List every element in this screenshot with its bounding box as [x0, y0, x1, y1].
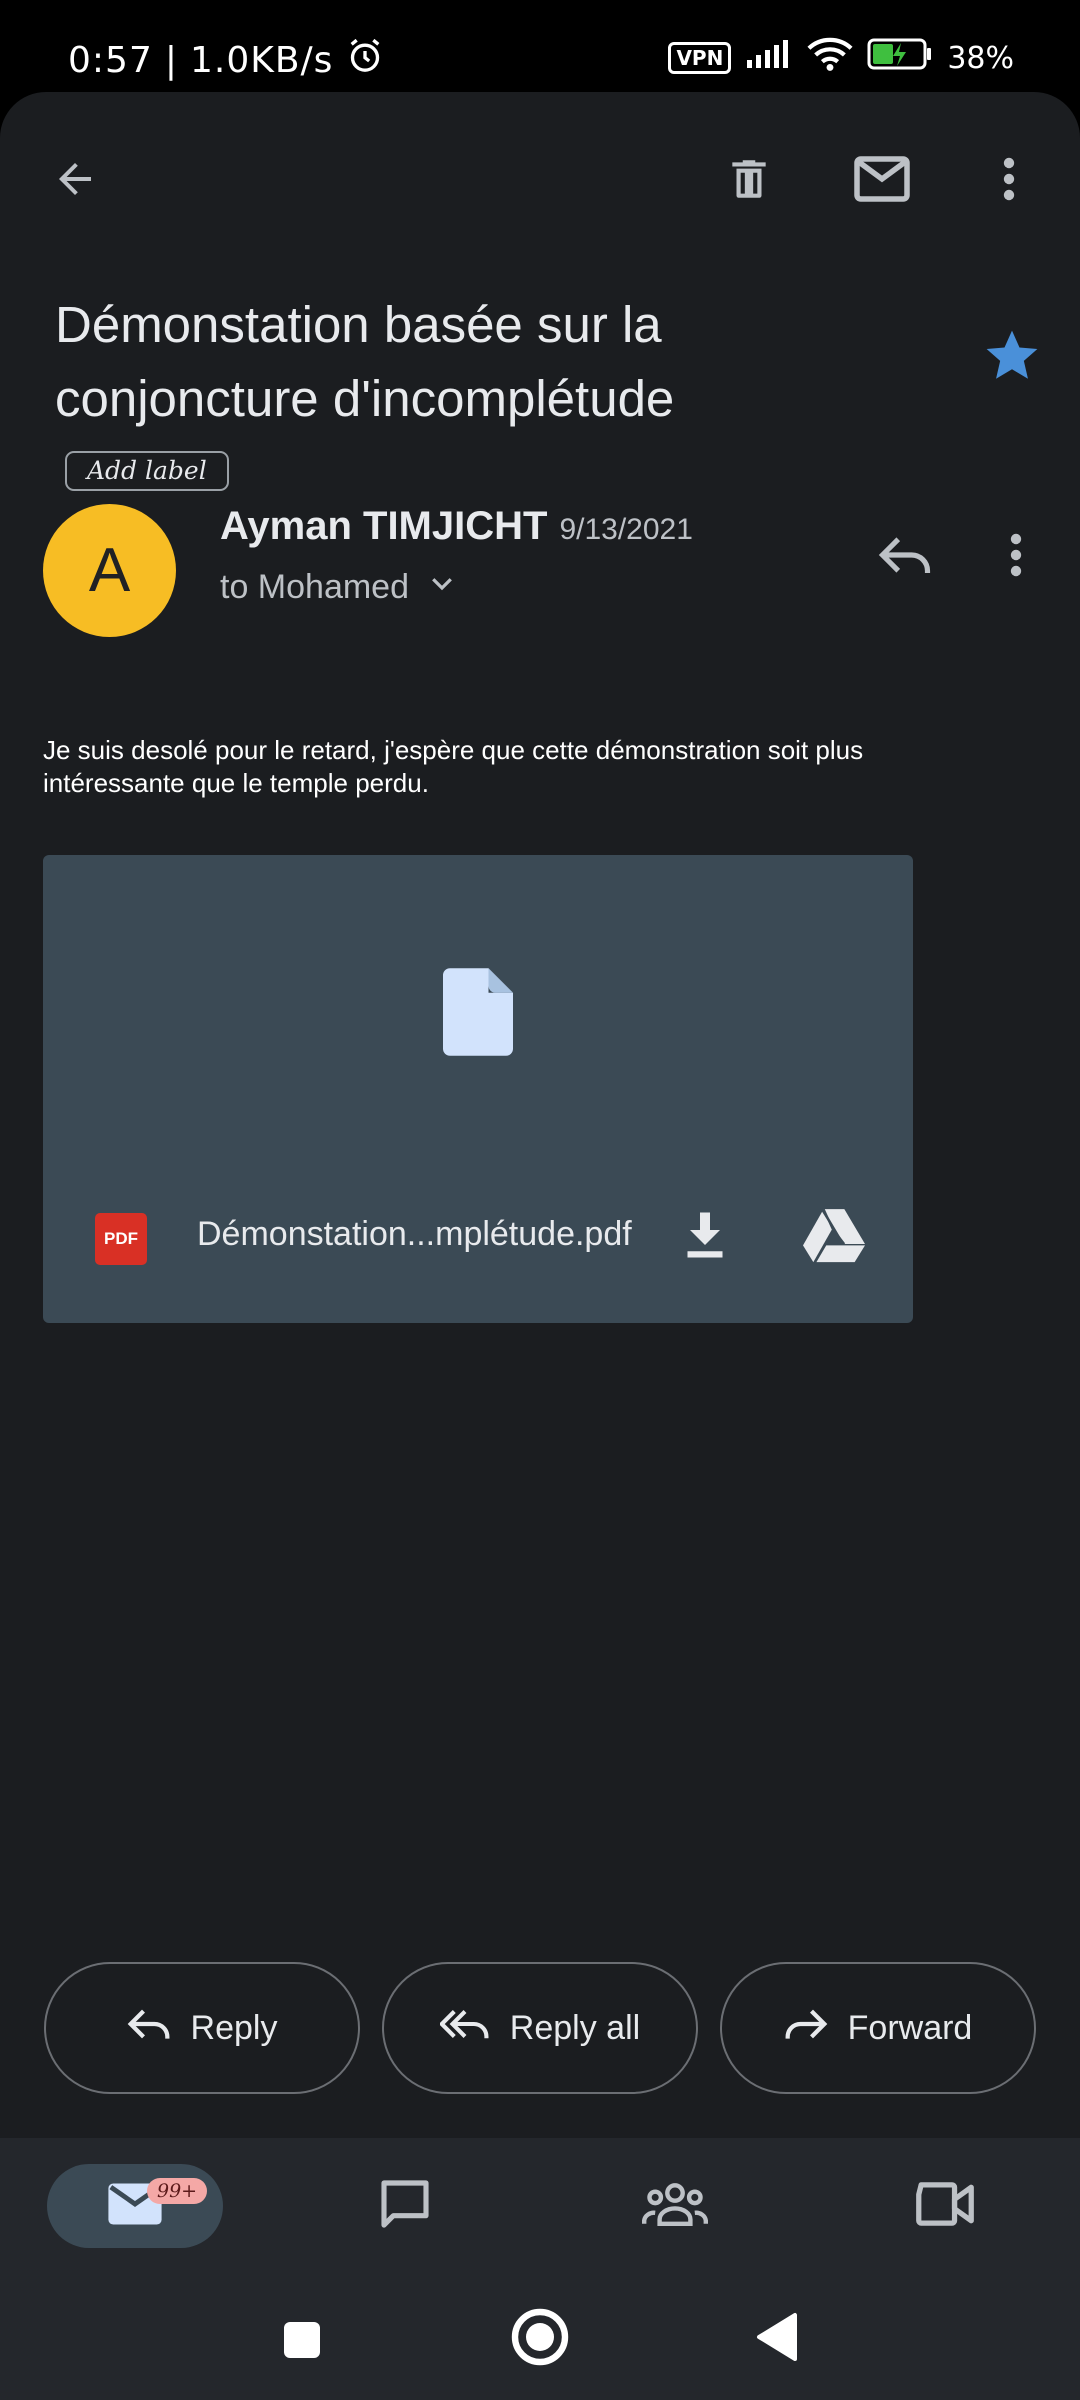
sender-name[interactable]: Ayman TIMJICHT: [220, 504, 547, 548]
reply-all-icon: [438, 2005, 490, 2052]
reply-all-label: Reply all: [509, 2008, 641, 2047]
reply-icon-button[interactable]: [870, 522, 940, 592]
signal-icon: [745, 38, 793, 78]
mail-badge: 99+: [147, 2178, 208, 2204]
add-label-button[interactable]: Add label: [65, 450, 229, 491]
screen: 0:57 | 1.0KB/s VPN 38% Démonstation basé…: [0, 0, 1080, 2400]
message-more-button[interactable]: [986, 522, 1046, 592]
email-body: Je suis desolé pour le retard, j'espère …: [43, 735, 864, 798]
star-icon: [983, 330, 1041, 388]
nav-chat[interactable]: [340, 2164, 470, 2248]
status-separator: |: [164, 40, 178, 81]
battery-icon: [867, 37, 933, 79]
reply-label: Reply: [190, 2008, 278, 2047]
save-to-drive-button[interactable]: [803, 1205, 865, 1270]
reply-all-button[interactable]: Reply all: [382, 1962, 698, 2094]
home-circle-icon: [510, 2307, 570, 2372]
nav-spaces[interactable]: [610, 2164, 740, 2248]
battery-percent: 38%: [947, 40, 1014, 76]
mark-unread-button[interactable]: [844, 146, 920, 216]
attachment-filename: Démonstation...mplétude.pdf: [197, 1215, 632, 1253]
alarm-icon: [345, 36, 385, 85]
home-button[interactable]: [499, 2298, 581, 2380]
status-bar: 0:57 | 1.0KB/s VPN 38%: [0, 0, 1080, 92]
status-right: VPN 38%: [668, 36, 1014, 80]
pdf-icon: PDF: [95, 1213, 147, 1265]
email-date: 9/13/2021: [559, 513, 693, 546]
reply-button[interactable]: Reply: [44, 1962, 360, 2094]
email-view: Démonstation basée sur la conjoncture d'…: [0, 92, 1080, 2400]
status-net-speed: 1.0KB/s: [189, 40, 334, 81]
wifi-icon: [807, 36, 853, 80]
recipient-toggle[interactable]: to Mohamed: [220, 568, 457, 607]
meet-icon: [914, 2179, 976, 2234]
reply-icon: [127, 2005, 171, 2052]
recents-button[interactable]: [262, 2302, 342, 2382]
recipient-text: to Mohamed: [220, 568, 409, 606]
email-subject: Démonstation basée sur la conjoncture d'…: [55, 288, 755, 510]
vpn-indicator: VPN: [668, 42, 732, 74]
subject-text: Démonstation basée sur la conjoncture d'…: [55, 296, 675, 427]
status-time: 0:57: [68, 40, 153, 81]
square-icon: [282, 2320, 322, 2365]
reply-icon: [878, 532, 932, 583]
more-vert-icon: [1001, 155, 1017, 208]
sender-line: Ayman TIMJICHT 9/13/2021: [220, 504, 693, 549]
attachment-card[interactable]: PDF Démonstation...mplétude.pdf: [43, 855, 913, 1323]
mail-icon: [852, 154, 912, 209]
drive-icon: [803, 1208, 865, 1269]
delete-button[interactable]: [714, 146, 784, 216]
forward-label: Forward: [847, 2008, 973, 2047]
sender-avatar[interactable]: A: [43, 504, 176, 637]
spaces-icon: [642, 2179, 708, 2234]
download-icon: [675, 1212, 735, 1269]
nav-meet[interactable]: [880, 2164, 1010, 2248]
system-navigation: [0, 2282, 1080, 2392]
chevron-down-icon: [427, 568, 457, 607]
star-button[interactable]: [983, 328, 1041, 389]
document-icon: [443, 968, 513, 1061]
back-button[interactable]: [40, 146, 110, 216]
more-options-button[interactable]: [974, 146, 1044, 216]
forward-icon: [784, 2005, 828, 2052]
triangle-back-icon: [755, 2312, 799, 2367]
reply-actions: Reply Reply all Forward: [0, 1962, 1080, 2094]
status-left: 0:57 | 1.0KB/s: [68, 36, 385, 85]
top-app-bar: [0, 92, 1080, 262]
forward-button[interactable]: Forward: [720, 1962, 1036, 2094]
more-vert-icon: [1008, 531, 1024, 584]
download-button[interactable]: [675, 1205, 735, 1270]
chat-icon: [376, 2176, 434, 2237]
trash-icon: [724, 151, 774, 212]
back-nav-button[interactable]: [736, 2298, 818, 2380]
nav-mail[interactable]: 99+: [47, 2164, 223, 2248]
arrow-left-icon: [51, 155, 99, 208]
